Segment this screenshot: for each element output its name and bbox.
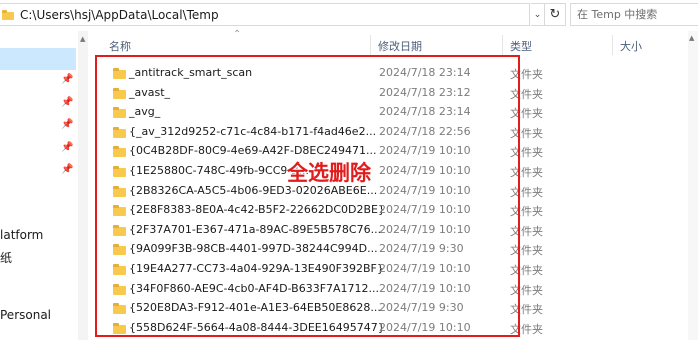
pin-icon[interactable]: 📌 (61, 97, 73, 108)
pin-icon[interactable]: 📌 (61, 164, 73, 175)
nav-item-label[interactable]: 纸 (0, 249, 12, 266)
search-box[interactable] (570, 3, 698, 26)
annotation-label: 全选删除 (287, 161, 371, 185)
search-input[interactable] (577, 8, 687, 21)
navigation-pane: ▲ 📌 📌 📌 📌 📌 latform 纸 Personal (0, 31, 88, 340)
column-divider[interactable] (502, 35, 503, 55)
column-header-date[interactable]: 修改日期 (378, 35, 422, 57)
scroll-up-icon[interactable]: ▲ (689, 34, 694, 42)
column-divider[interactable] (612, 35, 613, 55)
selection-highlight-box (95, 55, 520, 337)
column-divider[interactable] (370, 35, 371, 55)
pin-icon[interactable]: 📌 (61, 119, 73, 130)
nav-item-label[interactable]: Personal (0, 308, 51, 322)
refresh-icon: ↻ (549, 7, 561, 22)
column-header-type[interactable]: 类型 (510, 35, 532, 57)
address-bar-row: C:\Users\hsj\AppData\Local\Temp ⌄ ↻ (0, 0, 698, 31)
nav-selected-item[interactable] (0, 48, 76, 70)
address-history-dropdown[interactable]: ⌄ (531, 3, 545, 26)
pin-icon[interactable]: 📌 (61, 142, 73, 153)
sort-ascending-icon: ⌃ (233, 29, 242, 40)
address-path[interactable]: C:\Users\hsj\AppData\Local\Temp (20, 8, 219, 22)
nav-scrollbar[interactable] (78, 31, 88, 340)
folder-icon (2, 9, 14, 20)
vertical-scrollbar[interactable] (688, 31, 698, 340)
chevron-down-icon: ⌄ (533, 9, 542, 20)
nav-item-label[interactable]: latform (0, 228, 43, 242)
address-bar[interactable]: C:\Users\hsj\AppData\Local\Temp (0, 3, 530, 26)
column-header-size[interactable]: 大小 (620, 35, 642, 57)
scroll-up-icon[interactable]: ▲ (80, 35, 85, 43)
column-header-name[interactable]: 名称 (109, 35, 131, 57)
refresh-button[interactable]: ↻ (545, 3, 566, 26)
pin-icon[interactable]: 📌 (61, 74, 73, 85)
